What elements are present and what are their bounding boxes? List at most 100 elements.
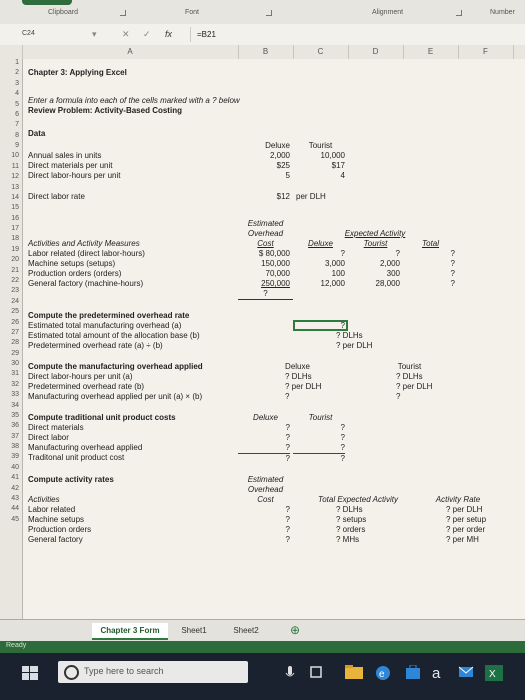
cell-e45[interactable]: ? per MH xyxy=(446,535,479,545)
cell-a4[interactable]: Review Problem: Activity-Based Costing xyxy=(28,106,182,116)
row-header[interactable]: 37 xyxy=(0,433,22,440)
row-header[interactable]: 15 xyxy=(0,204,22,211)
name-box-dropdown-icon[interactable]: ▾ xyxy=(92,29,97,40)
cell-c7[interactable]: Tourist xyxy=(293,141,348,151)
cell-a41[interactable]: Activities xyxy=(28,495,60,505)
row-header[interactable]: 16 xyxy=(0,215,22,222)
row-header[interactable]: 10 xyxy=(0,152,22,159)
cell-b45[interactable]: ? xyxy=(238,535,290,545)
row-header[interactable]: 7 xyxy=(0,121,22,128)
cell-e16[interactable]: Total xyxy=(403,239,458,249)
cell-c43[interactable]: ? setups xyxy=(336,515,366,525)
column-header-d[interactable]: D xyxy=(348,45,404,59)
cell-a33[interactable]: Compute traditional unit product costs xyxy=(28,413,176,423)
cell-c24[interactable]: ? xyxy=(293,321,345,331)
cell-c19[interactable]: 100 xyxy=(293,269,345,279)
name-box[interactable]: C24 xyxy=(22,28,84,40)
row-header[interactable]: 13 xyxy=(0,184,22,191)
cell-d29[interactable]: ? DLHs xyxy=(396,372,423,382)
column-header-b[interactable]: B xyxy=(238,45,294,59)
cell-c12[interactable]: per DLH xyxy=(296,192,326,202)
row-header[interactable]: 40 xyxy=(0,464,22,471)
cell-a1[interactable]: Chapter 3: Applying Excel xyxy=(28,68,127,78)
cell-b29[interactable]: ? DLHs xyxy=(285,372,312,382)
cell-d30[interactable]: ? per DLH xyxy=(396,382,432,392)
cell-a8[interactable]: Annual sales in units xyxy=(28,151,101,161)
cell-a44[interactable]: Production orders xyxy=(28,525,91,535)
cell-a23[interactable]: Compute the predetermined overhead rate xyxy=(28,311,189,321)
cell-d17[interactable]: ? xyxy=(348,249,400,259)
row-header[interactable]: 31 xyxy=(0,370,22,377)
cell-c44[interactable]: ? orders xyxy=(336,525,365,535)
cell-c9[interactable]: $17 xyxy=(293,161,345,171)
cell-a9[interactable]: Direct materials per unit xyxy=(28,161,112,171)
cell-d18[interactable]: 2,000 xyxy=(348,259,400,269)
row-header[interactable]: 14 xyxy=(0,194,22,201)
cell-b39[interactable]: Estimated xyxy=(238,475,293,485)
font-launcher-icon[interactable] xyxy=(266,10,272,16)
cell-a26[interactable]: Predetermined overhead rate (a) ÷ (b) xyxy=(28,341,163,351)
cell-b20[interactable]: 250,000 xyxy=(238,279,290,289)
cell-d16[interactable]: Tourist xyxy=(348,239,403,249)
format-painter-tab[interactable] xyxy=(22,0,72,5)
cell-a30[interactable]: Predetermined overhead rate (b) xyxy=(28,382,144,392)
cell-b33[interactable]: Deluxe xyxy=(238,413,293,423)
cell-c42[interactable]: ? DLHs xyxy=(336,505,363,515)
cell-a35[interactable]: Direct labor xyxy=(28,433,69,443)
row-header[interactable]: 5 xyxy=(0,101,22,108)
clipboard-launcher-icon[interactable] xyxy=(120,10,126,16)
row-header[interactable]: 36 xyxy=(0,422,22,429)
row-header[interactable]: 1 xyxy=(0,59,22,66)
cell-b44[interactable]: ? xyxy=(238,525,290,535)
cell-b42[interactable]: ? xyxy=(238,505,290,515)
excel-taskbar-icon[interactable]: X xyxy=(485,665,503,681)
cell-b17[interactable]: $ 80,000 xyxy=(238,249,290,259)
cell-a36[interactable]: Manufacturing overhead applied xyxy=(28,443,142,453)
cell-d20[interactable]: 28,000 xyxy=(348,279,400,289)
cell-e18[interactable]: ? xyxy=(403,259,455,269)
file-explorer-icon[interactable] xyxy=(345,665,363,679)
cell-c8[interactable]: 10,000 xyxy=(293,151,345,161)
row-header[interactable]: 4 xyxy=(0,90,22,97)
cell-a42[interactable]: Labor related xyxy=(28,505,75,515)
cell-a12[interactable]: Direct labor rate xyxy=(28,192,85,202)
tab-sheet1[interactable]: Sheet1 xyxy=(172,623,216,638)
row-header[interactable]: 23 xyxy=(0,287,22,294)
row-header[interactable]: 29 xyxy=(0,350,22,357)
add-sheet-icon[interactable]: ⊕ xyxy=(286,623,304,638)
cell-d28[interactable]: Tourist xyxy=(382,362,437,372)
column-header-c[interactable]: C xyxy=(293,45,349,59)
row-header[interactable]: 2 xyxy=(0,69,22,76)
amazon-icon[interactable]: a xyxy=(432,665,448,682)
worksheet-grid[interactable]: 1 2 3 4 5 6 7 8 9 10 11 12 13 14 15 16 17 18 19 20 21 22 23 24 2… xyxy=(0,59,525,619)
cell-a17[interactable]: Labor related (direct labor-hours) xyxy=(28,249,145,259)
store-icon[interactable] xyxy=(405,664,421,679)
cell-c34[interactable]: ? xyxy=(293,423,345,433)
cell-b41[interactable]: Cost xyxy=(238,495,293,505)
cell-cd15-expected-activity[interactable]: Expected Activity xyxy=(293,229,457,239)
cell-b21[interactable]: ? xyxy=(238,289,293,300)
cell-b9[interactable]: $25 xyxy=(238,161,290,171)
row-header[interactable]: 28 xyxy=(0,339,22,346)
cell-e42[interactable]: ? per DLH xyxy=(446,505,482,515)
cell-b19[interactable]: 70,000 xyxy=(238,269,290,279)
cell-a24[interactable]: Estimated total manufacturing overhead (… xyxy=(28,321,181,331)
cell-b37[interactable]: ? xyxy=(238,453,290,464)
cell-a10[interactable]: Direct labor-hours per unit xyxy=(28,171,120,181)
row-header[interactable]: 11 xyxy=(0,163,22,170)
cell-a19[interactable]: Production orders (orders) xyxy=(28,269,121,279)
cell-c36[interactable]: ? xyxy=(293,443,345,453)
row-header[interactable]: 41 xyxy=(0,474,22,481)
mail-icon[interactable] xyxy=(458,665,474,679)
enter-icon[interactable]: ✓ xyxy=(143,29,151,40)
cell-c26[interactable]: ? per DLH xyxy=(336,341,372,351)
cell-a39[interactable]: Compute activity rates xyxy=(28,475,114,485)
cell-a34[interactable]: Direct materials xyxy=(28,423,84,433)
cell-b36[interactable]: ? xyxy=(238,443,290,453)
cell-c10[interactable]: 4 xyxy=(293,171,345,181)
cell-b28[interactable]: Deluxe xyxy=(270,362,325,372)
microphone-icon[interactable] xyxy=(282,665,298,679)
cell-e41[interactable]: Activity Rate xyxy=(418,495,498,505)
column-header-e[interactable]: E xyxy=(403,45,459,59)
cell-b30[interactable]: ? per DLH xyxy=(285,382,321,392)
